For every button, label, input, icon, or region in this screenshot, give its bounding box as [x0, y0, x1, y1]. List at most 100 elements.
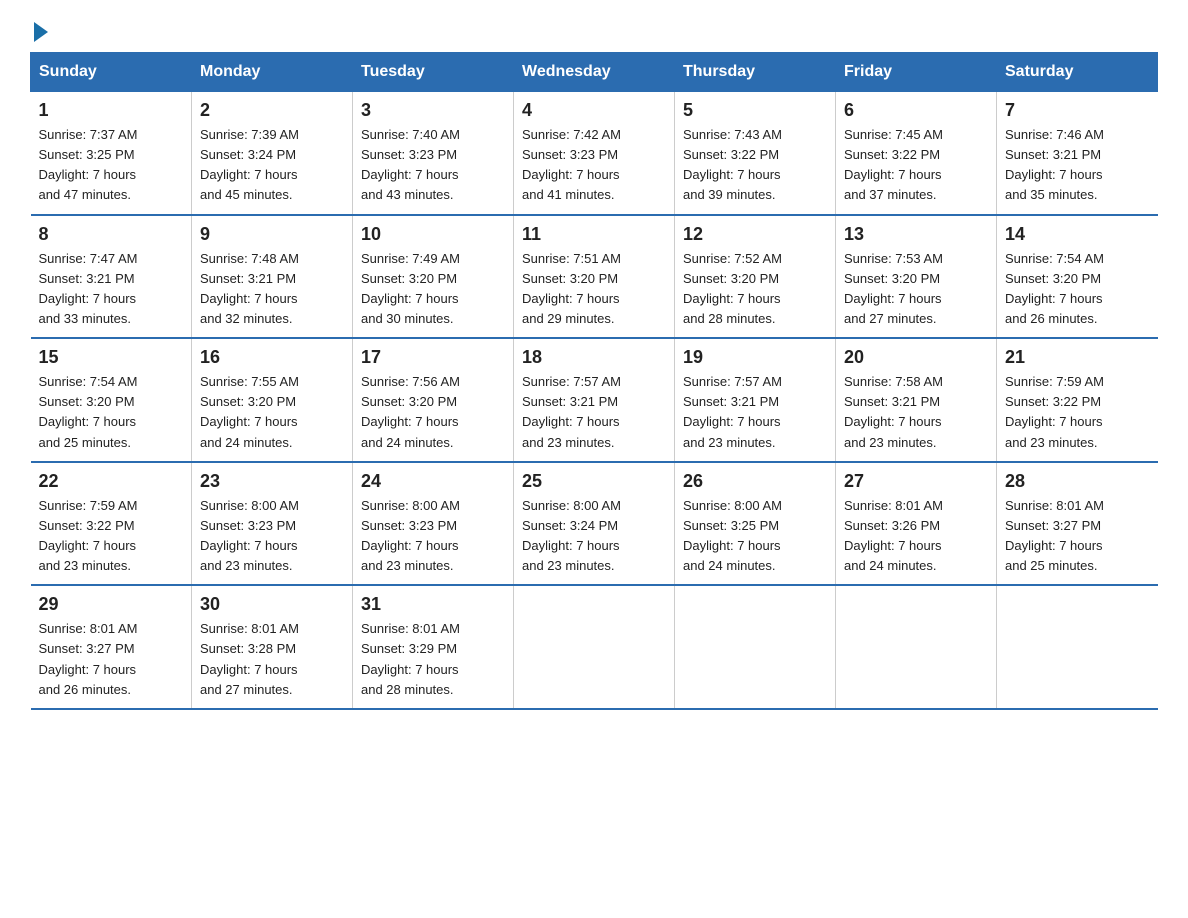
- day-number: 2: [200, 100, 344, 121]
- day-number: 10: [361, 224, 505, 245]
- day-number: 30: [200, 594, 344, 615]
- weekday-header-tuesday: Tuesday: [353, 53, 514, 92]
- day-info: Sunrise: 7:39 AMSunset: 3:24 PMDaylight:…: [200, 125, 344, 206]
- day-info: Sunrise: 7:37 AMSunset: 3:25 PMDaylight:…: [39, 125, 184, 206]
- day-cell: 5 Sunrise: 7:43 AMSunset: 3:22 PMDayligh…: [675, 92, 836, 215]
- day-cell: [997, 585, 1158, 709]
- day-cell: [836, 585, 997, 709]
- day-cell: 6 Sunrise: 7:45 AMSunset: 3:22 PMDayligh…: [836, 92, 997, 215]
- day-number: 14: [1005, 224, 1150, 245]
- day-info: Sunrise: 7:54 AMSunset: 3:20 PMDaylight:…: [39, 372, 184, 453]
- day-cell: 26 Sunrise: 8:00 AMSunset: 3:25 PMDaylig…: [675, 462, 836, 586]
- day-info: Sunrise: 7:56 AMSunset: 3:20 PMDaylight:…: [361, 372, 505, 453]
- day-number: 29: [39, 594, 184, 615]
- day-info: Sunrise: 7:53 AMSunset: 3:20 PMDaylight:…: [844, 249, 988, 330]
- day-number: 22: [39, 471, 184, 492]
- day-number: 28: [1005, 471, 1150, 492]
- day-info: Sunrise: 7:59 AMSunset: 3:22 PMDaylight:…: [1005, 372, 1150, 453]
- day-number: 12: [683, 224, 827, 245]
- day-info: Sunrise: 7:42 AMSunset: 3:23 PMDaylight:…: [522, 125, 666, 206]
- day-cell: 28 Sunrise: 8:01 AMSunset: 3:27 PMDaylig…: [997, 462, 1158, 586]
- day-number: 8: [39, 224, 184, 245]
- day-cell: 9 Sunrise: 7:48 AMSunset: 3:21 PMDayligh…: [192, 215, 353, 339]
- day-number: 6: [844, 100, 988, 121]
- day-number: 11: [522, 224, 666, 245]
- day-cell: 11 Sunrise: 7:51 AMSunset: 3:20 PMDaylig…: [514, 215, 675, 339]
- logo: [30, 20, 48, 32]
- week-row-5: 29 Sunrise: 8:01 AMSunset: 3:27 PMDaylig…: [31, 585, 1158, 709]
- day-number: 7: [1005, 100, 1150, 121]
- day-number: 5: [683, 100, 827, 121]
- day-number: 23: [200, 471, 344, 492]
- day-number: 18: [522, 347, 666, 368]
- day-cell: 21 Sunrise: 7:59 AMSunset: 3:22 PMDaylig…: [997, 338, 1158, 462]
- day-cell: 12 Sunrise: 7:52 AMSunset: 3:20 PMDaylig…: [675, 215, 836, 339]
- day-number: 21: [1005, 347, 1150, 368]
- day-cell: 14 Sunrise: 7:54 AMSunset: 3:20 PMDaylig…: [997, 215, 1158, 339]
- day-number: 13: [844, 224, 988, 245]
- day-info: Sunrise: 7:48 AMSunset: 3:21 PMDaylight:…: [200, 249, 344, 330]
- day-number: 31: [361, 594, 505, 615]
- day-cell: 2 Sunrise: 7:39 AMSunset: 3:24 PMDayligh…: [192, 92, 353, 215]
- day-info: Sunrise: 7:51 AMSunset: 3:20 PMDaylight:…: [522, 249, 666, 330]
- day-info: Sunrise: 7:57 AMSunset: 3:21 PMDaylight:…: [522, 372, 666, 453]
- day-cell: 17 Sunrise: 7:56 AMSunset: 3:20 PMDaylig…: [353, 338, 514, 462]
- day-cell: 16 Sunrise: 7:55 AMSunset: 3:20 PMDaylig…: [192, 338, 353, 462]
- day-info: Sunrise: 7:47 AMSunset: 3:21 PMDaylight:…: [39, 249, 184, 330]
- day-cell: 7 Sunrise: 7:46 AMSunset: 3:21 PMDayligh…: [997, 92, 1158, 215]
- day-info: Sunrise: 7:52 AMSunset: 3:20 PMDaylight:…: [683, 249, 827, 330]
- day-number: 1: [39, 100, 184, 121]
- day-cell: 3 Sunrise: 7:40 AMSunset: 3:23 PMDayligh…: [353, 92, 514, 215]
- day-info: Sunrise: 8:00 AMSunset: 3:23 PMDaylight:…: [361, 496, 505, 577]
- day-info: Sunrise: 8:01 AMSunset: 3:26 PMDaylight:…: [844, 496, 988, 577]
- day-number: 26: [683, 471, 827, 492]
- weekday-header-sunday: Sunday: [31, 53, 192, 92]
- day-cell: 27 Sunrise: 8:01 AMSunset: 3:26 PMDaylig…: [836, 462, 997, 586]
- day-info: Sunrise: 7:45 AMSunset: 3:22 PMDaylight:…: [844, 125, 988, 206]
- weekday-header-saturday: Saturday: [997, 53, 1158, 92]
- day-number: 20: [844, 347, 988, 368]
- day-cell: 23 Sunrise: 8:00 AMSunset: 3:23 PMDaylig…: [192, 462, 353, 586]
- day-cell: 25 Sunrise: 8:00 AMSunset: 3:24 PMDaylig…: [514, 462, 675, 586]
- day-info: Sunrise: 7:46 AMSunset: 3:21 PMDaylight:…: [1005, 125, 1150, 206]
- calendar-table: SundayMondayTuesdayWednesdayThursdayFrid…: [30, 52, 1158, 710]
- day-info: Sunrise: 7:49 AMSunset: 3:20 PMDaylight:…: [361, 249, 505, 330]
- day-number: 9: [200, 224, 344, 245]
- day-cell: 22 Sunrise: 7:59 AMSunset: 3:22 PMDaylig…: [31, 462, 192, 586]
- day-info: Sunrise: 8:01 AMSunset: 3:27 PMDaylight:…: [1005, 496, 1150, 577]
- day-number: 19: [683, 347, 827, 368]
- day-info: Sunrise: 8:01 AMSunset: 3:29 PMDaylight:…: [361, 619, 505, 700]
- day-cell: 10 Sunrise: 7:49 AMSunset: 3:20 PMDaylig…: [353, 215, 514, 339]
- week-row-3: 15 Sunrise: 7:54 AMSunset: 3:20 PMDaylig…: [31, 338, 1158, 462]
- day-cell: 13 Sunrise: 7:53 AMSunset: 3:20 PMDaylig…: [836, 215, 997, 339]
- day-number: 15: [39, 347, 184, 368]
- page-header: [30, 20, 1158, 32]
- day-cell: 1 Sunrise: 7:37 AMSunset: 3:25 PMDayligh…: [31, 92, 192, 215]
- day-info: Sunrise: 7:54 AMSunset: 3:20 PMDaylight:…: [1005, 249, 1150, 330]
- weekday-header-wednesday: Wednesday: [514, 53, 675, 92]
- day-info: Sunrise: 8:00 AMSunset: 3:25 PMDaylight:…: [683, 496, 827, 577]
- day-info: Sunrise: 8:01 AMSunset: 3:28 PMDaylight:…: [200, 619, 344, 700]
- day-cell: 31 Sunrise: 8:01 AMSunset: 3:29 PMDaylig…: [353, 585, 514, 709]
- day-info: Sunrise: 7:59 AMSunset: 3:22 PMDaylight:…: [39, 496, 184, 577]
- weekday-header-row: SundayMondayTuesdayWednesdayThursdayFrid…: [31, 53, 1158, 92]
- week-row-1: 1 Sunrise: 7:37 AMSunset: 3:25 PMDayligh…: [31, 92, 1158, 215]
- day-info: Sunrise: 7:57 AMSunset: 3:21 PMDaylight:…: [683, 372, 827, 453]
- day-cell: 4 Sunrise: 7:42 AMSunset: 3:23 PMDayligh…: [514, 92, 675, 215]
- day-cell: [514, 585, 675, 709]
- day-info: Sunrise: 7:55 AMSunset: 3:20 PMDaylight:…: [200, 372, 344, 453]
- week-row-2: 8 Sunrise: 7:47 AMSunset: 3:21 PMDayligh…: [31, 215, 1158, 339]
- day-cell: 19 Sunrise: 7:57 AMSunset: 3:21 PMDaylig…: [675, 338, 836, 462]
- weekday-header-monday: Monday: [192, 53, 353, 92]
- weekday-header-friday: Friday: [836, 53, 997, 92]
- day-cell: 18 Sunrise: 7:57 AMSunset: 3:21 PMDaylig…: [514, 338, 675, 462]
- day-info: Sunrise: 8:00 AMSunset: 3:23 PMDaylight:…: [200, 496, 344, 577]
- week-row-4: 22 Sunrise: 7:59 AMSunset: 3:22 PMDaylig…: [31, 462, 1158, 586]
- day-number: 24: [361, 471, 505, 492]
- logo-arrow-icon: [34, 22, 48, 42]
- logo-general: [30, 20, 48, 40]
- day-number: 4: [522, 100, 666, 121]
- day-cell: 24 Sunrise: 8:00 AMSunset: 3:23 PMDaylig…: [353, 462, 514, 586]
- weekday-header-thursday: Thursday: [675, 53, 836, 92]
- day-number: 25: [522, 471, 666, 492]
